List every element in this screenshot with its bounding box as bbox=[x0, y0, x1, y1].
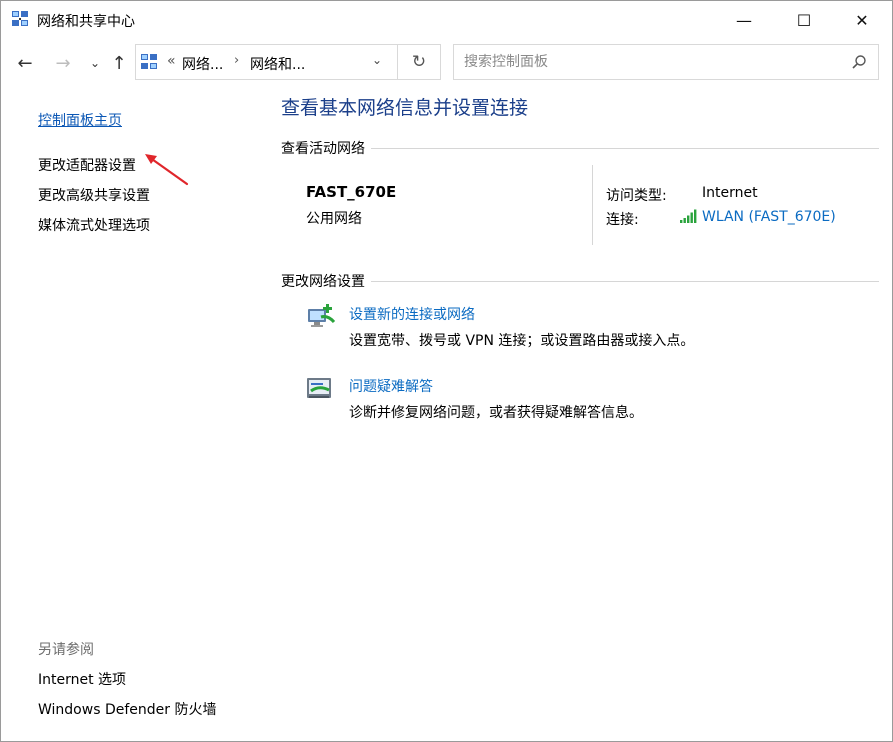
recent-locations-button[interactable]: ⌄ bbox=[83, 43, 107, 83]
breadcrumb-overflow-icon[interactable]: « bbox=[167, 53, 176, 69]
windows-defender-firewall-link[interactable]: Windows Defender 防火墙 bbox=[38, 699, 216, 719]
network-name: FAST_670E bbox=[306, 183, 397, 201]
change-settings-header-text: 更改网络设置 bbox=[281, 274, 365, 290]
active-networks-header-text: 查看活动网络 bbox=[281, 141, 365, 157]
wifi-signal-icon bbox=[680, 209, 697, 223]
access-type-value: Internet bbox=[702, 185, 758, 201]
vertical-divider bbox=[592, 165, 593, 245]
change-advanced-sharing-link[interactable]: 更改高级共享设置 bbox=[38, 185, 150, 205]
troubleshoot-icon bbox=[307, 378, 331, 398]
refresh-button[interactable]: ↻ bbox=[397, 44, 441, 80]
wlan-connection-link[interactable]: WLAN (FAST_670E) bbox=[702, 209, 836, 225]
control-panel-home-link[interactable]: 控制面板主页 bbox=[38, 110, 122, 130]
section-divider bbox=[371, 147, 879, 149]
forward-button[interactable]: → bbox=[51, 43, 75, 83]
new-connection-icon bbox=[308, 304, 336, 327]
up-button[interactable]: ↑ bbox=[107, 43, 131, 83]
network-center-icon bbox=[141, 54, 157, 69]
address-bar[interactable]: « 网络... › 网络和... ⌄ bbox=[135, 44, 397, 80]
change-settings-section-header: 更改网络设置 bbox=[281, 271, 879, 291]
access-type-label: 访问类型: bbox=[606, 188, 667, 204]
annotation-arrow-icon bbox=[145, 154, 189, 186]
setup-new-connection-link[interactable]: 设置新的连接或网络 bbox=[349, 304, 475, 324]
close-button[interactable]: ✕ bbox=[839, 1, 885, 39]
media-streaming-options-link[interactable]: 媒体流式处理选项 bbox=[38, 215, 150, 235]
breadcrumb-network-sharing[interactable]: 网络和... bbox=[250, 54, 305, 74]
search-icon[interactable] bbox=[851, 54, 867, 70]
setup-new-connection-description: 设置宽带、拨号或 VPN 连接；或设置路由器或接入点。 bbox=[349, 333, 695, 349]
internet-options-link[interactable]: Internet 选项 bbox=[38, 669, 126, 689]
troubleshoot-problems-link[interactable]: 问题疑难解答 bbox=[349, 376, 433, 396]
connection-label: 连接: bbox=[606, 212, 639, 228]
network-center-icon bbox=[12, 11, 28, 26]
breadcrumb-network[interactable]: 网络... bbox=[182, 54, 223, 74]
breadcrumb-separator-icon[interactable]: › bbox=[234, 53, 239, 68]
change-adapter-settings-link[interactable]: 更改适配器设置 bbox=[38, 155, 136, 175]
minimize-button[interactable]: — bbox=[721, 1, 767, 39]
network-sharing-center-window: 网络和共享中心 — ☐ ✕ ← → ⌄ ↑ « 网络... › 网络和... ⌄… bbox=[0, 0, 893, 742]
troubleshoot-problems-description: 诊断并修复网络问题，或者获得疑难解答信息。 bbox=[349, 405, 643, 421]
title-bar: 网络和共享中心 — ☐ ✕ bbox=[1, 1, 892, 39]
active-networks-section-header: 查看活动网络 bbox=[281, 138, 879, 158]
navigation-bar: ← → ⌄ ↑ « 网络... › 网络和... ⌄ ↻ bbox=[1, 43, 892, 83]
page-title: 查看基本网络信息并设置连接 bbox=[281, 97, 529, 119]
see-also-header: 另请参阅 bbox=[38, 642, 94, 658]
back-button[interactable]: ← bbox=[13, 43, 37, 83]
maximize-button[interactable]: ☐ bbox=[781, 1, 827, 39]
section-divider bbox=[371, 280, 879, 282]
chevron-down-icon[interactable]: ⌄ bbox=[372, 53, 382, 67]
network-category: 公用网络 bbox=[306, 211, 362, 227]
window-title: 网络和共享中心 bbox=[37, 14, 135, 30]
search-input[interactable] bbox=[453, 44, 879, 80]
